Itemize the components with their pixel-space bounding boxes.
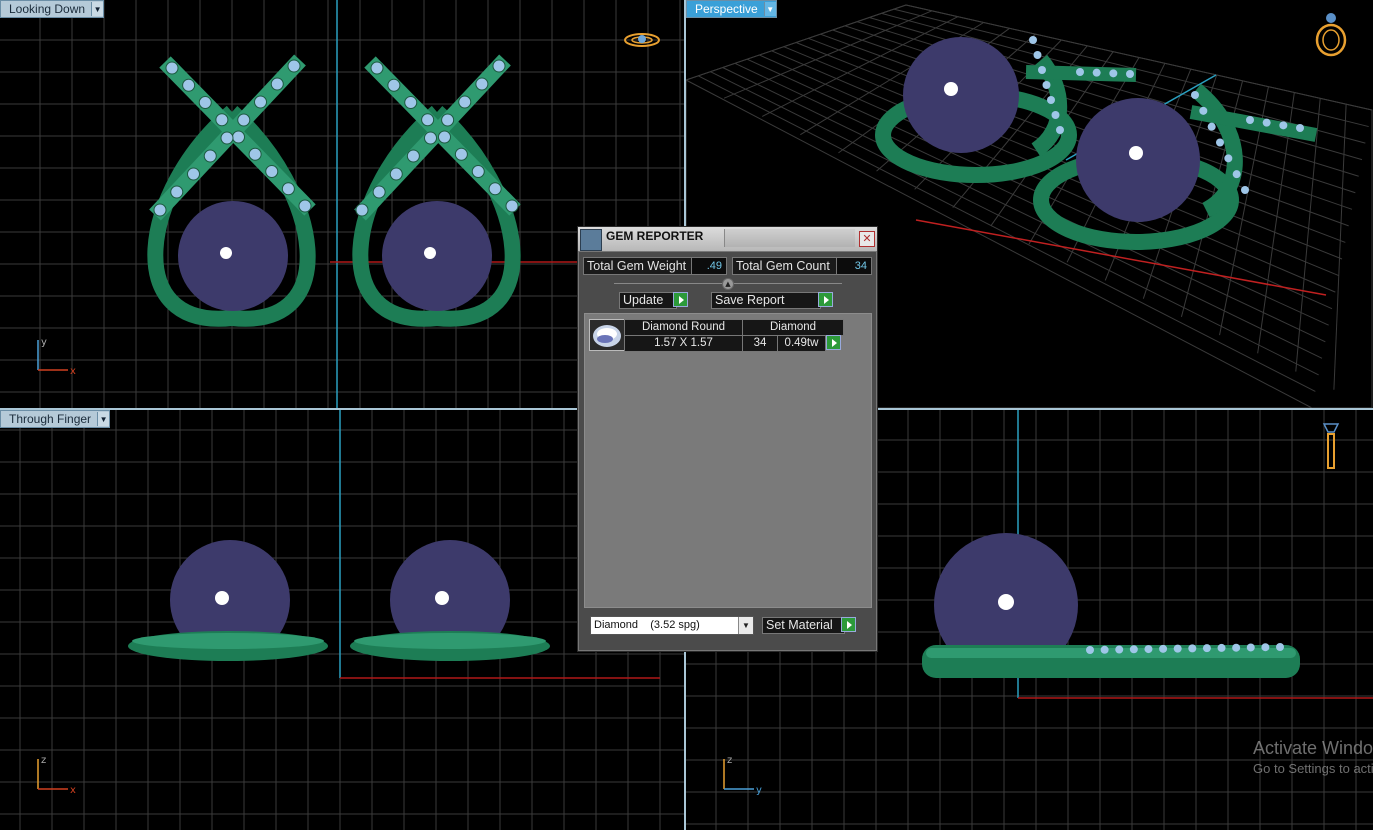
ring-perspective-icon[interactable]: [1311, 10, 1351, 58]
titlebar-drag-area[interactable]: [724, 229, 855, 247]
axis-label-x: x: [70, 785, 76, 795]
gem-reporter-dialog: GEM REPORTER ✕ Total Gem Weight .49 Tota…: [577, 226, 878, 652]
gem-weight-cell: 0.49tw: [777, 335, 826, 352]
total-gem-count-value: 34: [836, 257, 872, 275]
ring-top-view-icon[interactable]: [622, 28, 664, 50]
set-material-button-label: Set Material: [766, 618, 833, 632]
watermark-line-1: Activate Windows: [1253, 738, 1373, 758]
update-play-icon[interactable]: [673, 292, 688, 307]
save-report-button-label: Save Report: [715, 293, 785, 307]
axis-label-x: x: [70, 366, 76, 376]
gem-count-cell: 34: [742, 335, 778, 352]
earring-side-profile: [922, 533, 1300, 678]
gem-list-panel: Diamond Round Diamond 1.57 X 1.57 34 0.4…: [584, 313, 872, 608]
axis-label-z: z: [727, 755, 732, 766]
viewport-label-perspective[interactable]: Perspective ▼: [686, 0, 777, 18]
gem-reporter-icon: [580, 229, 602, 251]
windows-activation-watermark: Activate Windows Go to Settings to activ…: [1253, 738, 1373, 776]
axis-label-y: y: [756, 785, 762, 795]
gem-row-play-icon[interactable]: [826, 335, 841, 350]
material-select[interactable]: Diamond (3.52 spg) ▼: [590, 616, 754, 635]
axis-label-z: z: [41, 755, 46, 766]
viewport-label-text: Looking Down: [9, 2, 86, 16]
chevron-down-icon[interactable]: ▼: [97, 412, 110, 426]
axis-gizmo-xy: y x: [37, 337, 76, 376]
gem-shape-cell: Diamond Round: [624, 319, 743, 336]
dialog-title: GEM REPORTER: [606, 229, 704, 243]
set-material-play-icon[interactable]: [841, 617, 856, 632]
save-report-play-icon[interactable]: [818, 292, 833, 307]
chevron-down-icon[interactable]: ▼: [763, 2, 776, 16]
viewport-label-text: Through Finger: [9, 412, 92, 426]
chevron-down-icon[interactable]: ▼: [738, 617, 753, 634]
chevron-down-icon[interactable]: ▼: [91, 2, 104, 16]
viewport-label-text: Perspective: [695, 2, 758, 16]
update-button[interactable]: Update: [619, 292, 677, 309]
viewport-label-through-finger[interactable]: Through Finger ▼: [0, 410, 111, 428]
gem-material-cell: Diamond: [742, 319, 844, 336]
dialog-titlebar[interactable]: GEM REPORTER ✕: [578, 227, 877, 252]
total-gem-weight-value: .49: [691, 257, 727, 275]
axis-gizmo-yz: z y: [723, 755, 762, 795]
close-icon[interactable]: ✕: [859, 231, 875, 247]
save-report-button[interactable]: Save Report: [711, 292, 821, 309]
set-material-button[interactable]: Set Material: [762, 617, 845, 634]
axis-label-y: y: [41, 337, 47, 348]
total-gem-weight-label: Total Gem Weight: [583, 257, 695, 275]
total-gem-count-label: Total Gem Count: [732, 257, 840, 275]
axis-gizmo-xz: z x: [37, 755, 76, 795]
viewport-label-looking-down[interactable]: Looking Down ▼: [0, 0, 105, 18]
gem-size-cell: 1.57 X 1.57: [624, 335, 743, 352]
watermark-line-2: Go to Settings to activate Windows.: [1253, 761, 1373, 776]
round-diamond-thumbnail-icon[interactable]: [589, 319, 625, 351]
material-select-value: Diamond (3.52 spg): [594, 619, 700, 631]
collapse-arrow-icon[interactable]: ▲: [722, 278, 734, 290]
update-button-label: Update: [623, 293, 664, 307]
pendant-side-view-icon[interactable]: [1320, 420, 1342, 472]
